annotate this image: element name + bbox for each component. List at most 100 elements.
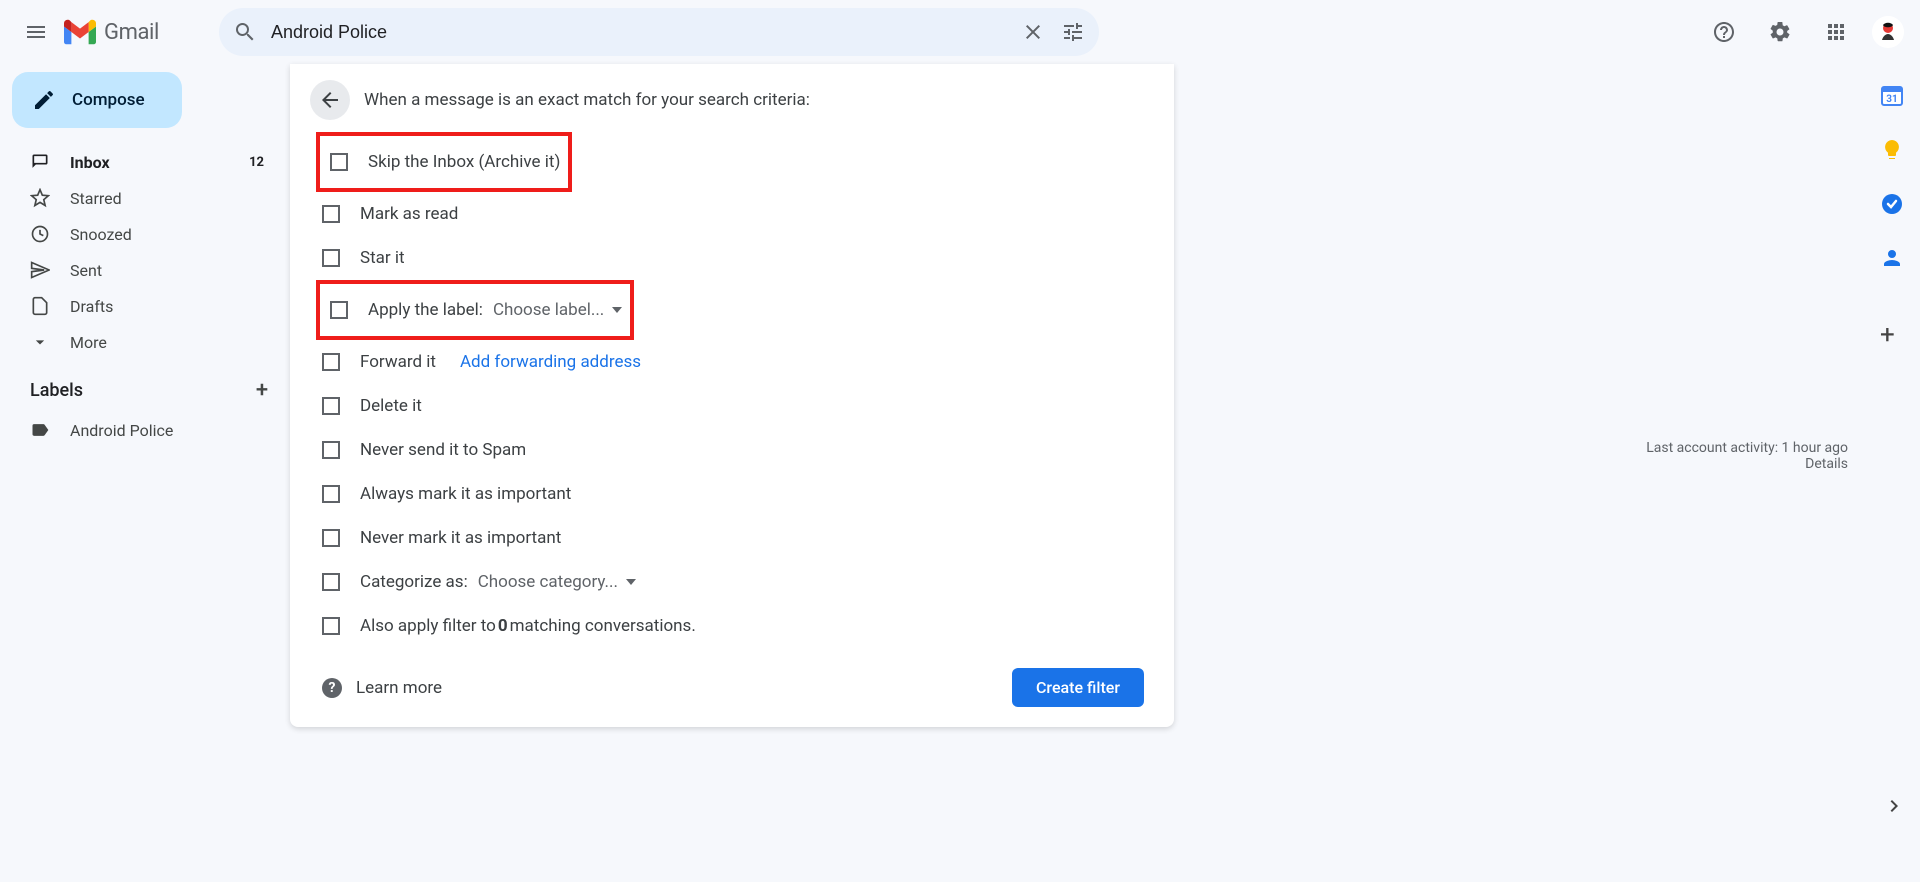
file-icon — [30, 296, 50, 316]
compose-button[interactable]: Compose — [12, 72, 182, 128]
filter-option-mark-read: Mark as read — [310, 192, 1154, 236]
nav-label: Sent — [70, 261, 264, 280]
option-label: Skip the Inbox (Archive it) — [368, 152, 560, 172]
help-filled-icon: ? — [322, 678, 342, 698]
category-dropdown[interactable]: Choose category... — [478, 572, 636, 592]
search-options-button[interactable] — [1053, 12, 1093, 52]
add-label-button[interactable]: + — [248, 376, 276, 404]
sidebar-item-sent[interactable]: Sent — [8, 252, 278, 288]
help-icon — [1712, 20, 1736, 44]
option-label: Apply the label: — [368, 300, 483, 320]
app-name: Gmail — [104, 20, 159, 45]
checkbox-skip-inbox[interactable] — [330, 153, 348, 171]
filter-header: When a message is an exact match for you… — [310, 80, 1154, 120]
settings-button[interactable] — [1756, 8, 1804, 56]
calendar-icon: 31 — [1880, 84, 1904, 108]
checkbox-never-spam[interactable] — [322, 441, 340, 459]
arrow-left-icon — [318, 88, 342, 112]
sidebar-item-more[interactable]: More — [8, 324, 278, 360]
account-avatar[interactable] — [1872, 16, 1904, 48]
back-button[interactable] — [310, 80, 350, 120]
google-apps-button[interactable] — [1812, 8, 1860, 56]
support-button[interactable] — [1700, 8, 1748, 56]
nav-label: Starred — [70, 189, 264, 208]
account-activity: Last account activity: 1 hour ago Detail… — [1646, 440, 1848, 472]
calendar-app-button[interactable]: 31 — [1880, 84, 1904, 108]
sidebar-item-inbox[interactable]: Inbox 12 — [8, 144, 278, 180]
checkbox-categorize[interactable] — [322, 573, 340, 591]
checkbox-forward[interactable] — [322, 353, 340, 371]
compose-label: Compose — [72, 90, 145, 110]
gmail-m-icon — [64, 19, 96, 45]
labels-heading: Labels — [30, 380, 83, 401]
keep-app-button[interactable] — [1880, 138, 1904, 162]
sidebar-item-drafts[interactable]: Drafts — [8, 288, 278, 324]
app-header: Gmail — [0, 0, 1920, 64]
clear-search-button[interactable] — [1013, 12, 1053, 52]
chevron-right-icon — [1882, 794, 1906, 818]
sidebar-label-android-police[interactable]: Android Police — [8, 412, 278, 448]
filter-option-always-important: Always mark it as important — [310, 472, 1154, 516]
body-area: Compose Inbox 12 Starred Snoozed Sent Dr… — [0, 64, 1920, 882]
checkbox-apply-label[interactable] — [330, 301, 348, 319]
search-input[interactable] — [265, 21, 1013, 44]
activity-text: Last account activity: 1 hour ago — [1646, 440, 1848, 456]
also-apply-count: 0 — [498, 616, 508, 636]
checkbox-always-important[interactable] — [322, 485, 340, 503]
label-icon — [30, 420, 50, 440]
contacts-app-button[interactable] — [1880, 246, 1904, 270]
option-label: Never send it to Spam — [360, 440, 526, 460]
option-label: Always mark it as important — [360, 484, 571, 504]
create-filter-button[interactable]: Create filter — [1012, 668, 1144, 707]
filter-option-also-apply: Also apply filter to 0 matching conversa… — [310, 604, 1154, 648]
dropdown-value: Choose category... — [478, 572, 618, 592]
close-icon — [1021, 20, 1045, 44]
checkbox-mark-read[interactable] — [322, 205, 340, 223]
checkbox-never-important[interactable] — [322, 529, 340, 547]
filter-panel: When a message is an exact match for you… — [290, 64, 1174, 727]
dropdown-value: Choose label... — [493, 300, 604, 320]
gmail-logo[interactable]: Gmail — [64, 19, 159, 45]
avatar-icon — [1872, 16, 1904, 48]
clock-icon — [30, 224, 50, 244]
filter-option-categorize: Categorize as: Choose category... — [310, 560, 1154, 604]
filter-option-never-important: Never mark it as important — [310, 516, 1154, 560]
learn-more-wrap: ? Learn more — [322, 678, 442, 698]
main-area: When a message is an exact match for you… — [290, 64, 1920, 882]
option-label: Star it — [360, 248, 405, 268]
filter-footer: ? Learn more Create filter — [310, 648, 1154, 707]
chevron-down-icon — [626, 579, 636, 585]
side-panel-collapse-button[interactable] — [1882, 794, 1906, 822]
filter-option-star: Star it — [310, 236, 1154, 280]
gear-icon — [1768, 20, 1792, 44]
highlight-apply-label: Apply the label: Choose label... — [316, 280, 634, 340]
inbox-count: 12 — [249, 155, 264, 170]
search-bar — [219, 8, 1099, 56]
checkbox-also-apply[interactable] — [322, 617, 340, 635]
learn-more-link[interactable]: Learn more — [356, 678, 442, 698]
search-icon — [233, 20, 257, 44]
sidebar-item-starred[interactable]: Starred — [8, 180, 278, 216]
labels-header: Labels + — [8, 360, 290, 412]
add-forwarding-link[interactable]: Add forwarding address — [460, 352, 641, 372]
label-dropdown[interactable]: Choose label... — [493, 300, 622, 320]
main-menu-button[interactable] — [12, 8, 60, 56]
filter-title: When a message is an exact match for you… — [364, 90, 810, 110]
checkbox-delete[interactable] — [322, 397, 340, 415]
star-icon — [30, 188, 50, 208]
activity-details-link[interactable]: Details — [1646, 456, 1848, 472]
nav-label: Android Police — [70, 421, 264, 440]
filter-option-apply-label: Apply the label: Choose label... — [328, 288, 622, 332]
option-label: Forward it — [360, 352, 436, 372]
tasks-app-button[interactable] — [1880, 192, 1904, 216]
keep-icon — [1880, 138, 1904, 162]
checkbox-star[interactable] — [322, 249, 340, 267]
nav-label: Snoozed — [70, 225, 264, 244]
chevron-down-icon — [30, 332, 50, 352]
filter-option-skip-inbox: Skip the Inbox (Archive it) — [328, 140, 560, 184]
tune-icon — [1061, 20, 1085, 44]
search-button[interactable] — [225, 12, 265, 52]
sidebar-item-snoozed[interactable]: Snoozed — [8, 216, 278, 252]
also-apply-suffix: matching conversations. — [510, 616, 696, 636]
get-addons-button[interactable]: + — [1880, 320, 1904, 344]
